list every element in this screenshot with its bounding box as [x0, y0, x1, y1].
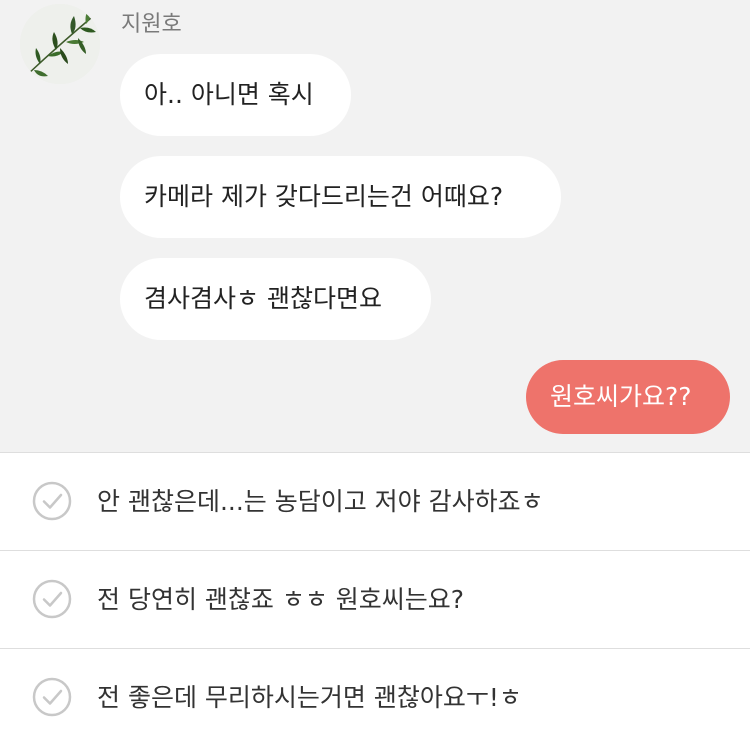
reply-choice-text: 전 당연히 괜찮죠 ㅎㅎ 원호씨는요?: [97, 585, 465, 614]
check-circle-icon: [32, 579, 72, 619]
reply-choice-2[interactable]: 전 당연히 괜찮죠 ㅎㅎ 원호씨는요?: [0, 551, 750, 649]
check-circle-icon: [32, 677, 72, 717]
reply-choice-3[interactable]: 전 좋은데 무리하시는거면 괜찮아요ㅜ!ㅎ: [0, 649, 750, 747]
sender-name: 지원호: [121, 12, 182, 37]
reply-choices-panel: 안 괜찮은데...는 농담이고 저야 감사하죠ㅎ 전 당연히 괜찮죠 ㅎㅎ 원호…: [0, 452, 750, 741]
incoming-message-bubble: 아.. 아니면 혹시: [120, 54, 351, 136]
incoming-message-bubble: 겸사겸사ㅎ 괜찮다면요: [120, 258, 431, 340]
outgoing-message-bubble: 원호씨가요??: [526, 360, 730, 434]
reply-choice-1[interactable]: 안 괜찮은데...는 농담이고 저야 감사하죠ㅎ: [0, 453, 750, 551]
incoming-message-bubble: 카메라 제가 갖다드리는건 어때요?: [120, 156, 561, 238]
reply-choice-text: 안 괜찮은데...는 농담이고 저야 감사하죠ㅎ: [97, 487, 544, 516]
chat-area: 지원호 아.. 아니면 혹시 카메라 제가 갖다드리는건 어때요? 겸사겸사ㅎ …: [0, 0, 750, 452]
reply-choice-text: 전 좋은데 무리하시는거면 괜찮아요ㅜ!ㅎ: [97, 683, 522, 712]
check-circle-icon: [32, 481, 72, 521]
leaf-avatar-icon[interactable]: [20, 4, 100, 84]
